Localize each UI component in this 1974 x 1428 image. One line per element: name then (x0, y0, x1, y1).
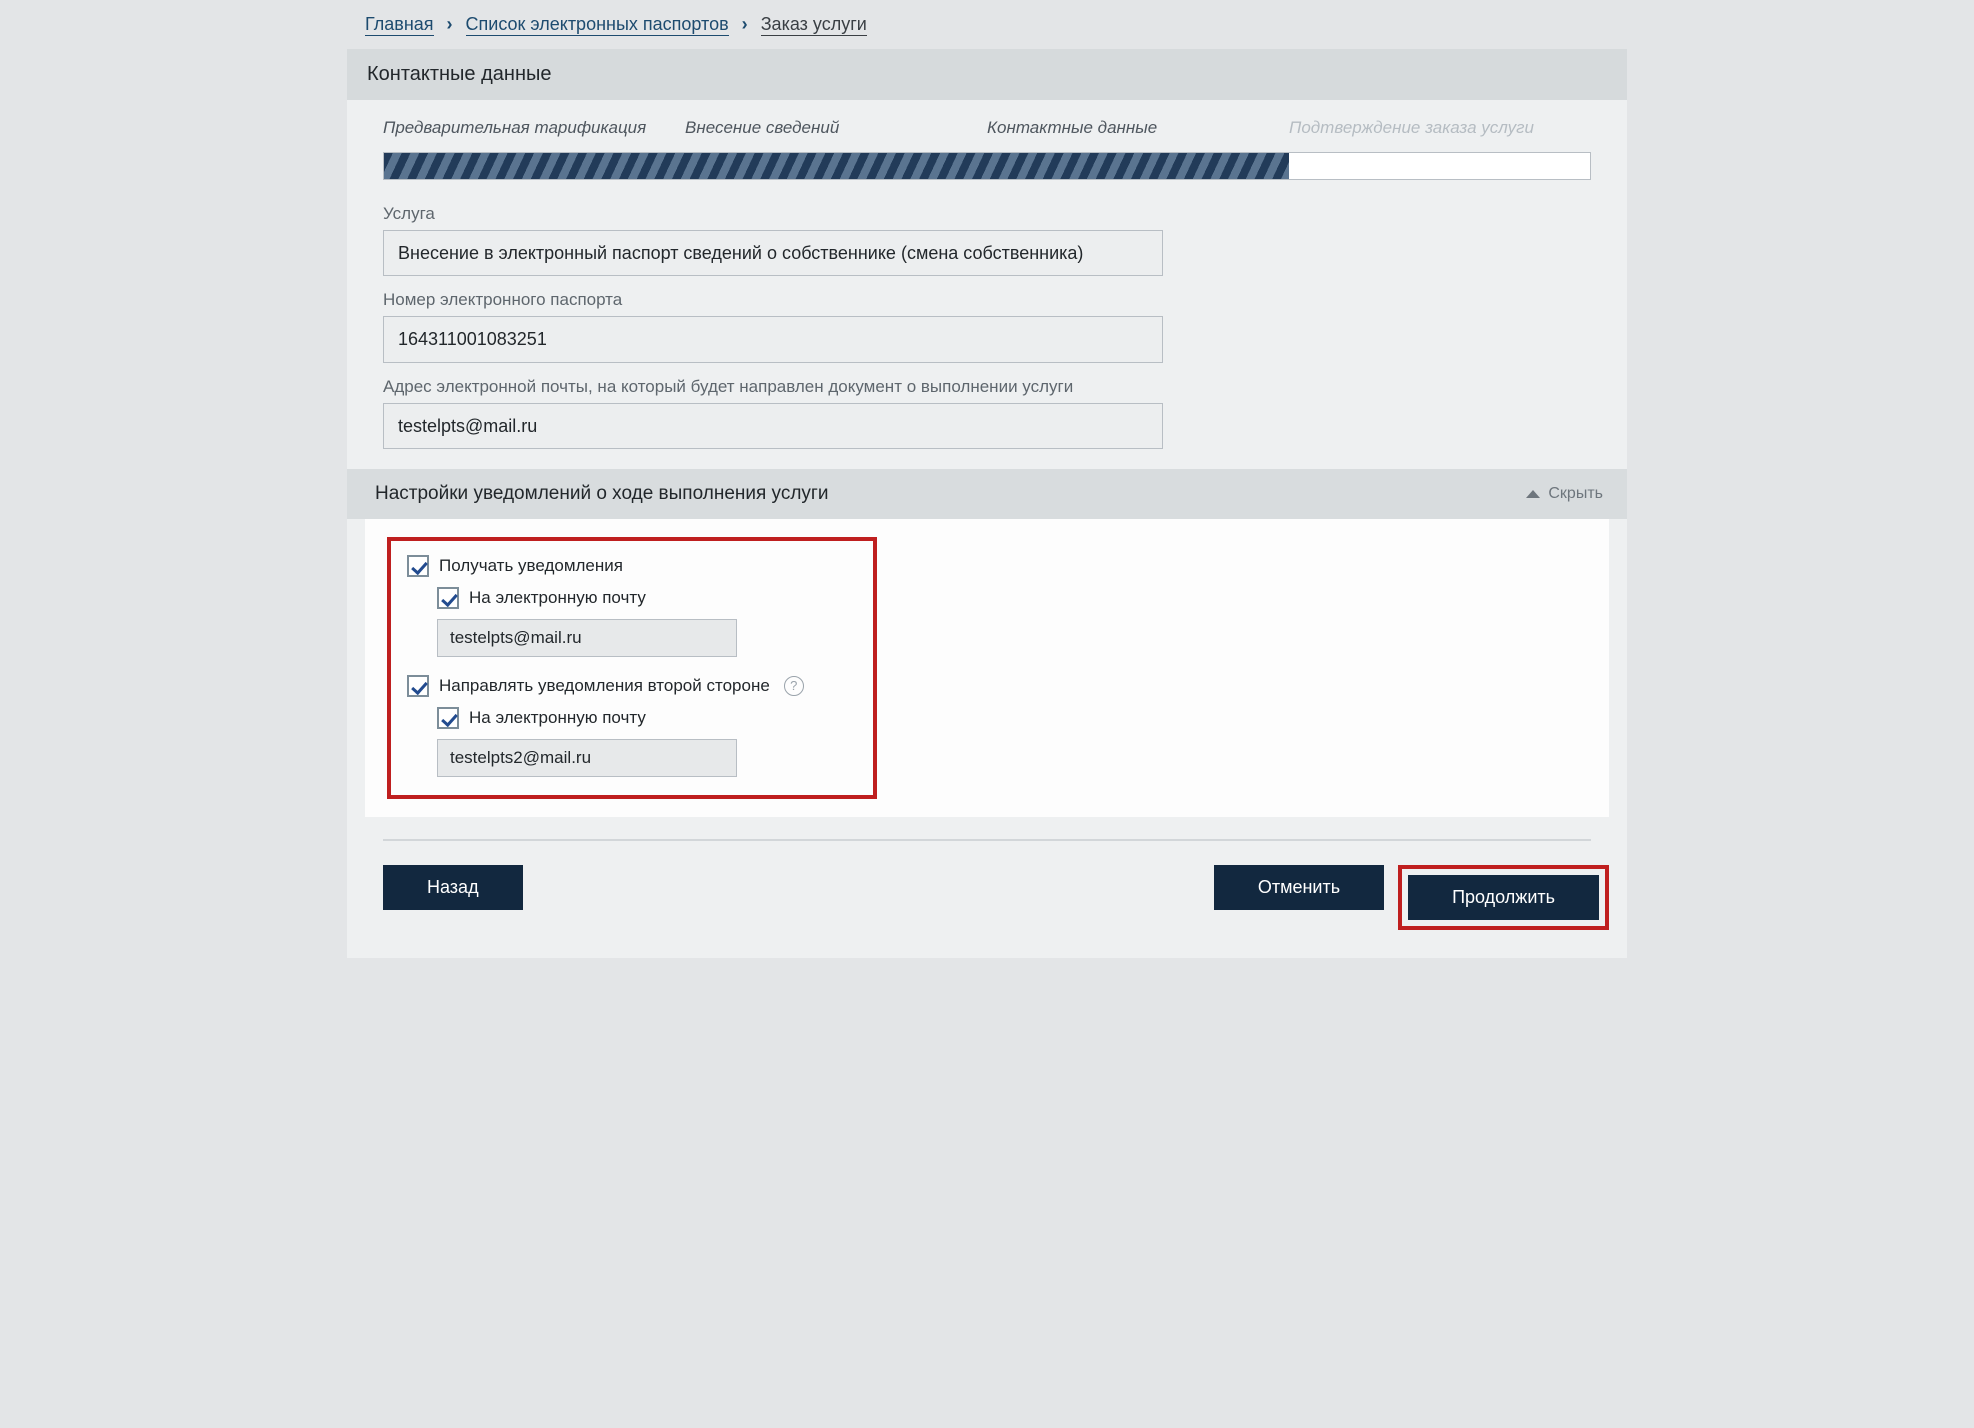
field-passport-value: 164311001083251 (383, 316, 1163, 362)
back-button[interactable]: Назад (383, 865, 523, 910)
field-passport-label: Номер электронного паспорта (383, 290, 1591, 310)
field-service-value: Внесение в электронный паспорт сведений … (383, 230, 1163, 276)
field-service: Услуга Внесение в электронный паспорт св… (347, 204, 1627, 290)
panel-title: Контактные данные (347, 49, 1627, 100)
field-service-label: Услуга (383, 204, 1591, 224)
footer-divider (383, 839, 1591, 841)
checkbox-icon (407, 675, 429, 697)
step-confirm: Подтверждение заказа услуги (1289, 118, 1591, 138)
email2-input[interactable]: testelpts2@mail.ru (437, 739, 737, 777)
notifications-header: Настройки уведомлений о ходе выполнения … (347, 469, 1627, 519)
breadcrumb-list-link[interactable]: Список электронных паспортов (466, 14, 729, 36)
chevron-up-icon (1526, 490, 1540, 498)
footer-right-buttons: Отменить Продолжить (1214, 865, 1609, 930)
checkbox-second-party-label: Направлять уведомления второй стороне (439, 676, 770, 696)
breadcrumb-current: Заказ услуги (761, 14, 867, 36)
step-contact: Контактные данные (987, 118, 1289, 138)
checkbox-icon (407, 555, 429, 577)
checkbox-email1-label: На электронную почту (469, 588, 646, 608)
checkbox-icon (437, 587, 459, 609)
chevron-right-icon: › (742, 14, 748, 34)
checkbox-second-party[interactable]: Направлять уведомления второй стороне ? (407, 675, 855, 697)
email1-input[interactable]: testelpts@mail.ru (437, 619, 737, 657)
field-email-value: testelpts@mail.ru (383, 403, 1163, 449)
continue-highlight: Продолжить (1398, 865, 1609, 930)
progress-bar (383, 152, 1591, 180)
footer-buttons: Назад Отменить Продолжить (347, 865, 1627, 930)
notifications-panel: Получать уведомления На электронную почт… (365, 519, 1609, 817)
collapse-toggle[interactable]: Скрыть (1526, 485, 1603, 503)
continue-button[interactable]: Продолжить (1408, 875, 1599, 920)
step-data-entry: Внесение сведений (685, 118, 987, 138)
field-passport: Номер электронного паспорта 164311001083… (347, 290, 1627, 376)
checkbox-email1[interactable]: На электронную почту (437, 587, 855, 609)
checkbox-icon (437, 707, 459, 729)
field-email: Адрес электронной почты, на который буде… (347, 377, 1627, 463)
main-content: Предварительная тарификация Внесение све… (347, 100, 1627, 958)
wizard-steps: Предварительная тарификация Внесение све… (347, 118, 1627, 152)
step-tariff: Предварительная тарификация (383, 118, 685, 138)
cancel-button[interactable]: Отменить (1214, 865, 1384, 910)
panel-title-text: Контактные данные (367, 63, 552, 85)
field-email-label: Адрес электронной почты, на который буде… (383, 377, 1591, 397)
checkbox-email2[interactable]: На электронную почту (437, 707, 855, 729)
checkbox-email2-label: На электронную почту (469, 708, 646, 728)
help-icon[interactable]: ? (784, 676, 804, 696)
progress-fill (384, 153, 1289, 179)
breadcrumb: Главная › Список электронных паспортов ›… (347, 0, 1627, 49)
notifications-header-title: Настройки уведомлений о ходе выполнения … (375, 483, 828, 505)
checkbox-receive-notifications[interactable]: Получать уведомления (407, 555, 855, 577)
checkbox-receive-label: Получать уведомления (439, 556, 623, 576)
breadcrumb-home-link[interactable]: Главная (365, 14, 434, 36)
notifications-highlight: Получать уведомления На электронную почт… (387, 537, 877, 799)
page-root: Главная › Список электронных паспортов ›… (347, 0, 1627, 958)
collapse-toggle-label: Скрыть (1548, 485, 1603, 503)
chevron-right-icon: › (447, 14, 453, 34)
